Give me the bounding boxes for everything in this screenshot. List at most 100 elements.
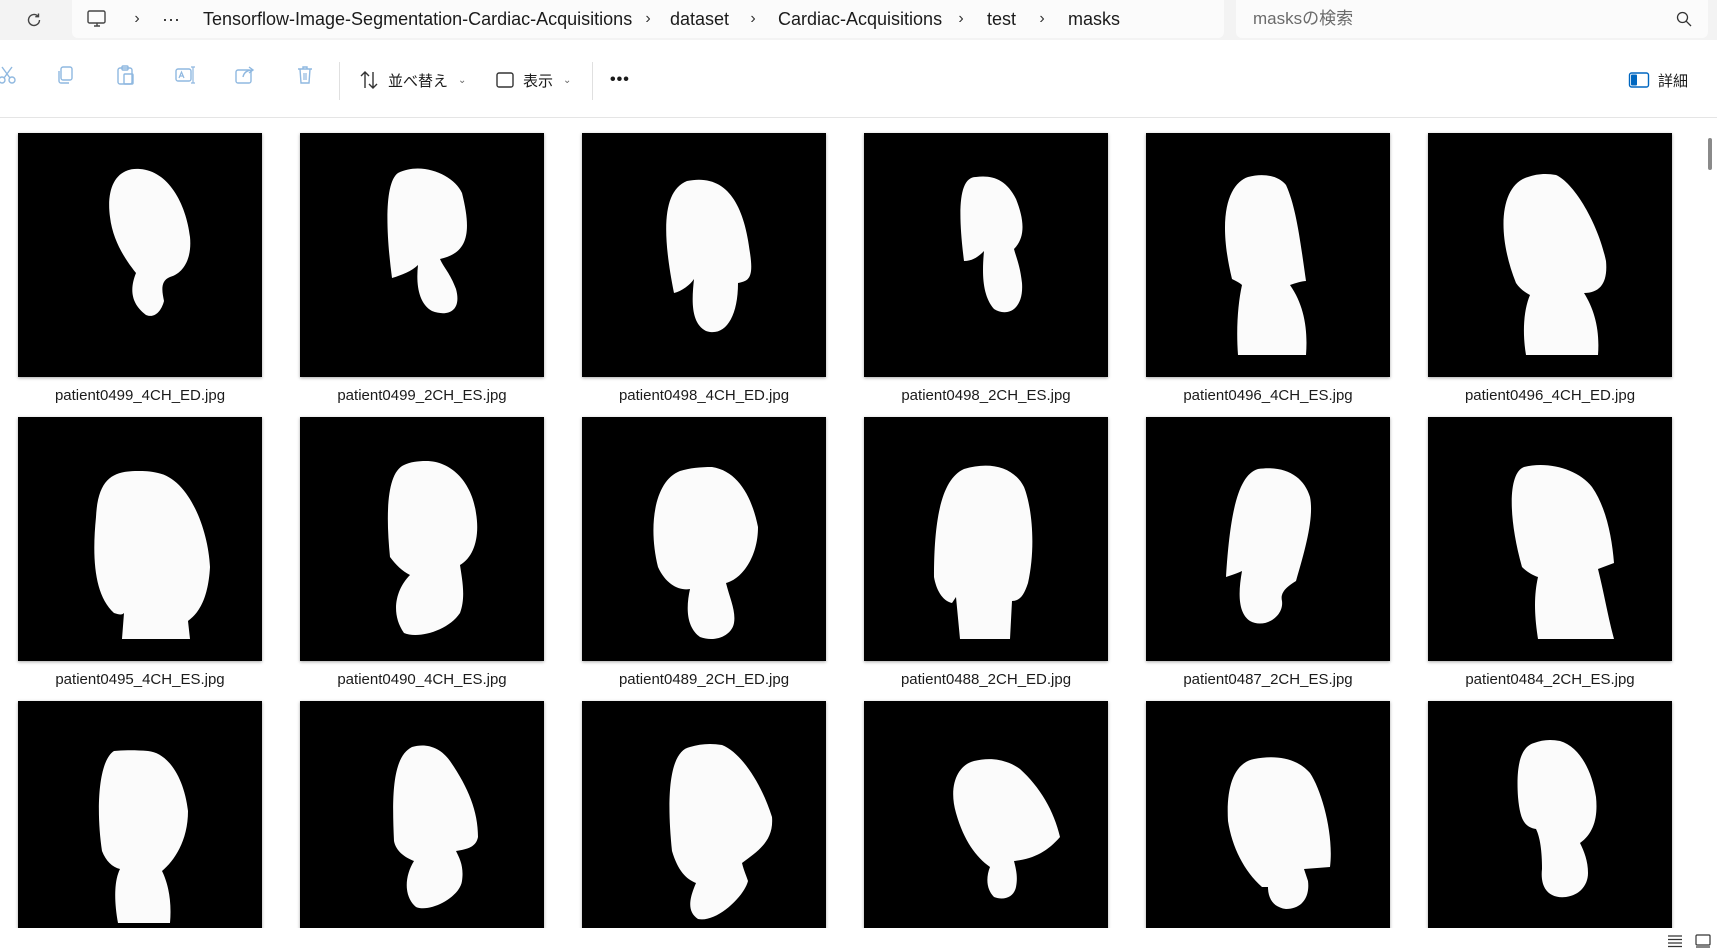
command-bar: 並べ替え ⌄ 表示 ⌄ ••• 詳細 — [0, 40, 1717, 118]
view-label: 表示 — [523, 72, 554, 90]
mask-thumbnail — [582, 417, 826, 661]
file-name: patient0499_4CH_ED.jpg — [54, 387, 226, 404]
this-pc-icon[interactable] — [86, 9, 108, 29]
paste-button[interactable] — [110, 60, 140, 90]
breadcrumb-separator: › — [958, 10, 964, 27]
file-grid: patient0499_4CH_ED.jpg patient0499_2CH_E… — [0, 118, 1700, 928]
mask-thumbnail — [582, 701, 826, 928]
mask-thumbnail — [1428, 133, 1672, 377]
file-item[interactable]: patient0489_2CH_ED.jpg — [582, 417, 864, 688]
share-button[interactable] — [230, 60, 260, 90]
scrollbar-thumb[interactable] — [1708, 138, 1712, 170]
sort-icon — [360, 71, 378, 89]
sort-button[interactable]: 並べ替え ⌄ — [358, 62, 466, 98]
file-name: patient0484_2CH_ES.jpg — [1465, 671, 1635, 688]
rename-button[interactable] — [170, 60, 200, 90]
view-icon — [496, 72, 514, 88]
file-item[interactable] — [1146, 701, 1428, 928]
file-item[interactable]: patient0490_4CH_ES.jpg — [300, 417, 582, 688]
file-item[interactable]: patient0496_4CH_ES.jpg — [1146, 133, 1428, 404]
file-item[interactable] — [864, 701, 1146, 928]
file-item[interactable]: patient0495_4CH_ES.jpg — [18, 417, 300, 688]
file-name: patient0496_4CH_ES.jpg — [1183, 387, 1353, 404]
breadcrumb-item-cardiac-acquisitions[interactable]: Cardiac-Acquisitions — [778, 0, 942, 38]
mask-thumbnail — [582, 133, 826, 377]
share-icon — [235, 66, 255, 84]
file-item[interactable] — [582, 701, 864, 928]
file-item[interactable]: patient0499_2CH_ES.jpg — [300, 133, 582, 404]
breadcrumb-separator: › — [750, 10, 756, 27]
rename-icon — [175, 66, 195, 84]
file-item[interactable]: patient0498_2CH_ES.jpg — [864, 133, 1146, 404]
breadcrumb-separator: › — [134, 10, 140, 27]
refresh-icon — [27, 13, 41, 27]
file-item[interactable]: patient0484_2CH_ES.jpg — [1428, 417, 1700, 688]
cut-button[interactable] — [0, 60, 22, 90]
mask-thumbnail — [1146, 701, 1390, 928]
breadcrumb-item-dataset[interactable]: dataset — [670, 0, 729, 38]
breadcrumb-separator: › — [1039, 10, 1045, 27]
mask-thumbnail — [300, 701, 544, 928]
tiles-view-icon — [1695, 934, 1711, 948]
mask-thumbnail — [300, 133, 544, 377]
breadcrumb-overflow-button[interactable]: ··· — [162, 0, 180, 38]
file-item[interactable]: patient0487_2CH_ES.jpg — [1146, 417, 1428, 688]
mask-thumbnail — [864, 701, 1108, 928]
file-name: patient0496_4CH_ED.jpg — [1464, 387, 1636, 404]
breadcrumb-item-test[interactable]: test — [987, 0, 1016, 38]
file-name: patient0498_4CH_ED.jpg — [618, 387, 790, 404]
search-icon[interactable] — [1676, 11, 1692, 27]
mask-thumbnail — [1146, 417, 1390, 661]
tiles-view-button[interactable] — [1694, 933, 1712, 949]
copy-icon — [58, 66, 73, 84]
file-item[interactable] — [18, 701, 300, 928]
file-name: patient0495_4CH_ES.jpg — [55, 671, 225, 688]
breadcrumb-separator: › — [645, 10, 651, 27]
breadcrumb: › ··· Tensorflow-Image-Segmentation-Card… — [72, 0, 1224, 38]
file-item[interactable]: patient0488_2CH_ED.jpg — [864, 417, 1146, 688]
list-view-icon — [1668, 935, 1682, 948]
mask-thumbnail — [18, 133, 262, 377]
file-name: patient0490_4CH_ES.jpg — [337, 671, 507, 688]
file-item[interactable] — [300, 701, 582, 928]
address-bar-row: › ··· Tensorflow-Image-Segmentation-Card… — [0, 0, 1717, 40]
vertical-scrollbar[interactable] — [1705, 118, 1717, 928]
more-options-button[interactable]: ••• — [610, 62, 630, 98]
mask-thumbnail — [864, 417, 1108, 661]
file-name: patient0498_2CH_ES.jpg — [901, 387, 1071, 404]
copy-button[interactable] — [50, 60, 80, 90]
file-item[interactable]: patient0499_4CH_ED.jpg — [18, 133, 300, 404]
view-button[interactable]: 表示 ⌄ — [495, 62, 571, 98]
mask-thumbnail — [1428, 417, 1672, 661]
details-pane-icon — [1628, 72, 1650, 88]
mask-thumbnail — [1428, 701, 1672, 928]
paste-icon — [117, 65, 134, 85]
mask-thumbnail — [1146, 133, 1390, 377]
breadcrumb-item-masks[interactable]: masks — [1068, 0, 1120, 38]
chevron-down-icon: ⌄ — [563, 74, 572, 86]
view-toggle-group — [1666, 933, 1712, 951]
chevron-down-icon: ⌄ — [458, 74, 467, 86]
file-name: patient0489_2CH_ED.jpg — [618, 671, 790, 688]
toolbar-divider — [592, 62, 593, 100]
cut-icon — [0, 66, 16, 84]
file-item[interactable] — [1428, 701, 1700, 928]
file-item[interactable]: patient0496_4CH_ED.jpg — [1428, 133, 1700, 404]
details-label: 詳細 — [1658, 72, 1689, 90]
details-pane-button[interactable]: 詳細 — [1628, 62, 1688, 98]
breadcrumb-item-repo[interactable]: Tensorflow-Image-Segmentation-Cardiac-Ac… — [203, 0, 632, 38]
sort-label: 並べ替え — [388, 72, 449, 90]
mask-thumbnail — [300, 417, 544, 661]
file-name: patient0487_2CH_ES.jpg — [1183, 671, 1353, 688]
mask-thumbnail — [864, 133, 1108, 377]
delete-button[interactable] — [290, 60, 320, 90]
details-view-button[interactable] — [1666, 933, 1684, 949]
file-name: patient0488_2CH_ED.jpg — [900, 671, 1072, 688]
toolbar-divider — [339, 62, 340, 100]
refresh-button[interactable] — [20, 6, 48, 34]
file-name: patient0499_2CH_ES.jpg — [337, 387, 507, 404]
file-item[interactable]: patient0498_4CH_ED.jpg — [582, 133, 864, 404]
delete-icon — [298, 66, 312, 84]
mask-thumbnail — [18, 417, 262, 661]
search-input[interactable] — [1253, 0, 1653, 38]
